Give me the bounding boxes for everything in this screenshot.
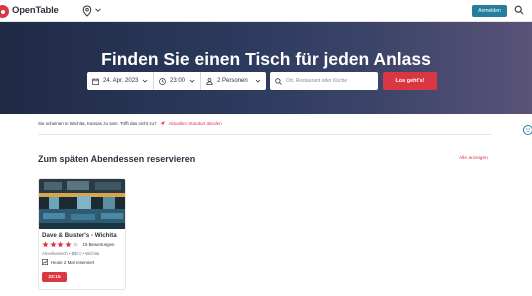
top-nav: OpenTable Anmelden: [0, 0, 532, 22]
person-icon: [206, 77, 213, 85]
restaurant-photo[interactable]: [39, 179, 126, 229]
restaurant-card[interactable]: Dave & Buster's - Wichita 16 Bewertungen…: [38, 178, 126, 290]
price-inactive: $$: [76, 251, 82, 256]
time-value: 23:00: [170, 78, 186, 84]
time-slot-button[interactable]: 23:15: [42, 272, 67, 282]
star-icon: [64, 241, 72, 248]
lets-go-button[interactable]: Los geht's!: [383, 72, 437, 90]
hero-banner: Finden Sie einen Tisch für jeden Anlass …: [0, 22, 532, 114]
emoji-icon[interactable]: [523, 125, 532, 135]
date-value: 24. Apr. 2023: [103, 78, 139, 84]
party-value: 2 Personen: [217, 78, 248, 84]
logo-icon[interactable]: [0, 5, 9, 18]
login-button[interactable]: Anmelden: [472, 5, 507, 17]
location-arrow-icon: [160, 121, 166, 126]
chevron-down-icon: [142, 79, 148, 83]
booked-text: Heute 2 Mal reserviert: [51, 259, 95, 265]
search-icon[interactable]: [514, 5, 524, 15]
area: Wichita: [85, 251, 100, 256]
divider: [38, 134, 492, 135]
date-picker[interactable]: 24. Apr. 2023: [87, 72, 153, 90]
chevron-down-icon: [255, 79, 261, 83]
rating: 16 Bewertungen: [42, 241, 114, 248]
location-notice: Sie scheinen in Wichita, Kansas zu sein.…: [38, 121, 222, 126]
get-location-link[interactable]: Aktuellen Standort abrufen: [168, 121, 221, 126]
party-size-picker[interactable]: 2 Personen: [200, 72, 266, 90]
booked-today: Heute 2 Mal reserviert: [42, 259, 94, 265]
restaurant-name[interactable]: Dave & Buster's - Wichita: [42, 232, 117, 239]
calendar-icon: [92, 77, 99, 85]
location-pin-icon[interactable]: [82, 5, 92, 17]
search-placeholder: Ort, Restaurant oder Küche: [286, 78, 348, 84]
location-notice-text: Sie scheinen in Wichita, Kansas zu sein.…: [38, 121, 157, 126]
section-title: Zum späten Abendessen reservieren: [38, 154, 196, 164]
star-icon: [72, 241, 79, 248]
cuisine: Amerikanisch: [42, 251, 68, 256]
trending-icon: [42, 259, 48, 265]
review-count[interactable]: 16 Bewertungen: [83, 242, 115, 247]
restaurant-meta: Amerikanisch • $$$$ • Wichita: [42, 251, 100, 256]
clock-icon: [159, 77, 166, 85]
chevron-down-icon[interactable]: [94, 6, 102, 14]
search-icon: [275, 77, 282, 85]
search-input[interactable]: Ort, Restaurant oder Küche: [270, 72, 378, 90]
brand-name[interactable]: OpenTable: [12, 5, 59, 16]
see-all-link[interactable]: Alle anzeigen: [459, 156, 488, 161]
star-icon: [42, 241, 49, 248]
chevron-down-icon: [189, 79, 195, 83]
star-icon: [49, 241, 57, 248]
star-icon: [57, 241, 64, 248]
hero-title: Finden Sie einen Tisch für jeden Anlass: [101, 49, 431, 69]
time-picker[interactable]: 23:00: [153, 72, 200, 90]
